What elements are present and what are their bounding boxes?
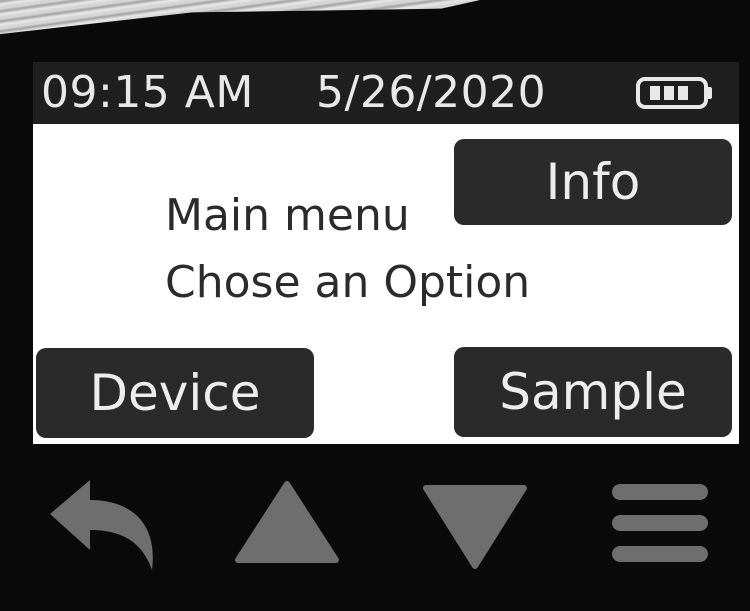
sample-button-label: Sample <box>499 363 687 421</box>
info-button-label: Info <box>545 153 641 211</box>
hamburger-menu-icon[interactable] <box>610 478 710 568</box>
triangle-up-icon[interactable] <box>232 478 342 566</box>
back-arrow-icon[interactable] <box>44 470 162 578</box>
status-date: 5/26/2020 <box>316 67 547 118</box>
main-menu-title: Main menu <box>165 190 410 241</box>
triangle-down-icon[interactable] <box>420 480 530 572</box>
device-button[interactable]: Device <box>36 348 314 438</box>
sample-button[interactable]: Sample <box>454 347 732 437</box>
status-time: 09:15 AM <box>41 67 254 118</box>
device-button-label: Device <box>89 364 261 422</box>
handheld-device: 09:15 AM 5/26/2020 Info Main menu Chose … <box>0 0 750 611</box>
battery-full-icon <box>636 77 712 109</box>
display-screen: Info Main menu Chose an Option Device Sa… <box>33 124 739 444</box>
choose-option-prompt: Chose an Option <box>165 257 531 308</box>
info-button[interactable]: Info <box>454 139 732 225</box>
status-bar: 09:15 AM 5/26/2020 <box>33 62 739 124</box>
